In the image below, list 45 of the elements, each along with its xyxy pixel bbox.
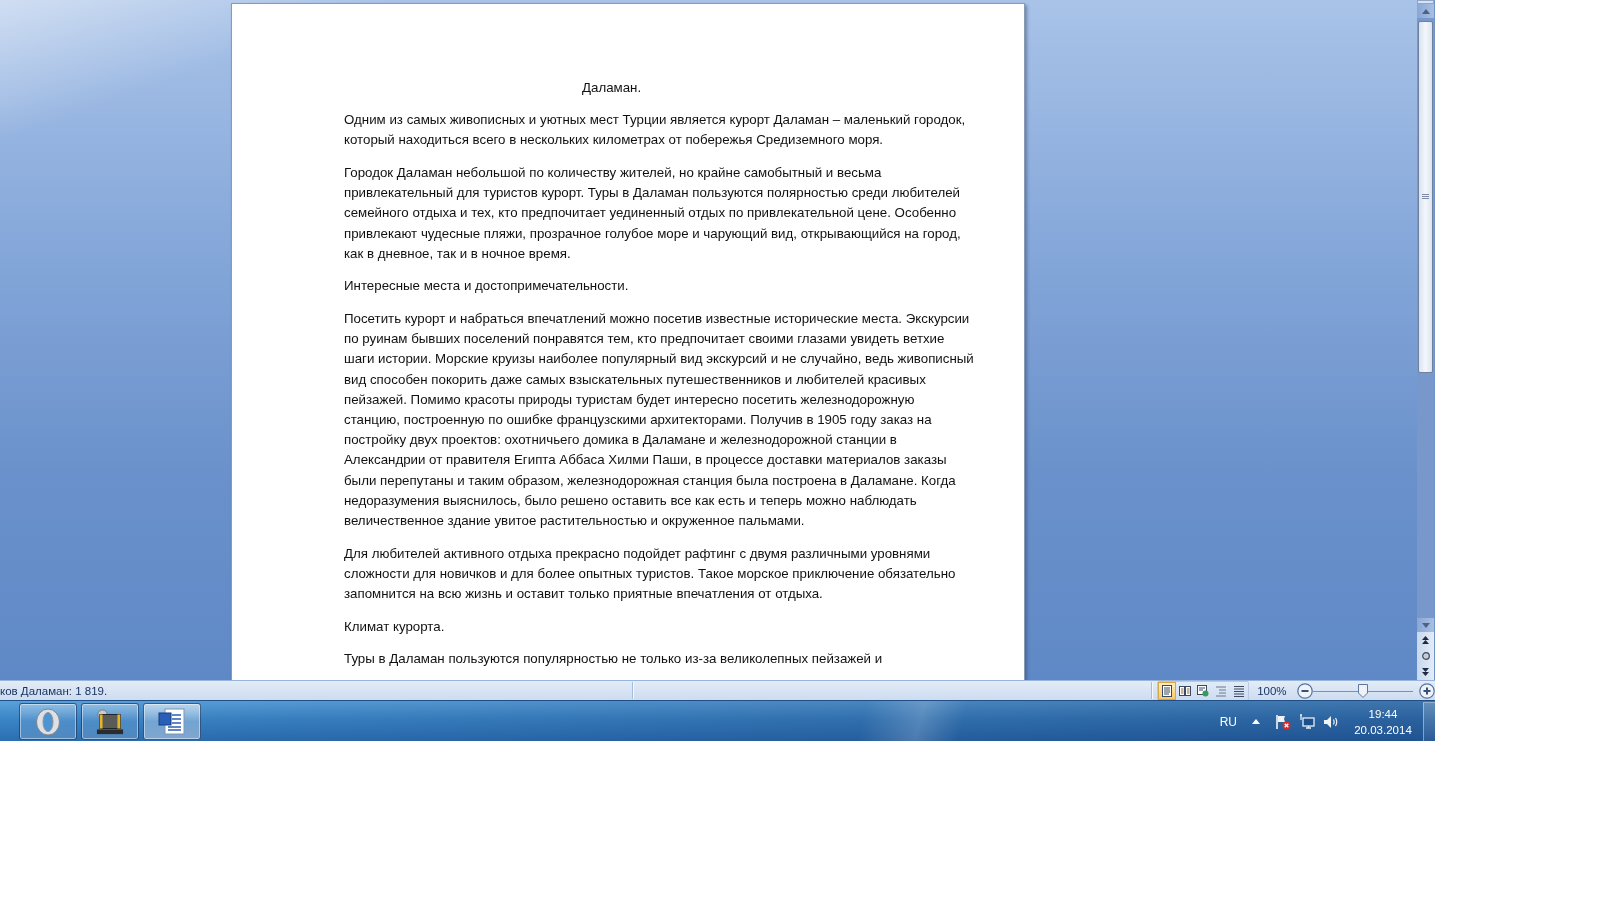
open-book-icon xyxy=(1179,684,1192,697)
clock-button[interactable]: 19:44 20.03.2014 xyxy=(1353,705,1413,738)
circle-icon xyxy=(1421,652,1430,660)
scroll-up-button[interactable] xyxy=(1417,4,1434,18)
page-lines-icon xyxy=(1161,684,1174,697)
outline-icon xyxy=(1215,684,1228,697)
zoom-slider-thumb[interactable] xyxy=(1358,683,1369,698)
monitor-icon[interactable] xyxy=(1299,713,1315,730)
draft-lines-icon xyxy=(1233,684,1246,697)
document-icon xyxy=(158,707,186,736)
zoom-out-button[interactable] xyxy=(1297,682,1314,699)
paragraph: Одним из самых живописных и уютных мест Турции является курорт Даламан – маленький городок, который находиться всего в нескольких километрах от побережья Средиземного моря. xyxy=(344,111,967,150)
paragraph: Городок Даламан небольшой по количеству жителей, но крайне самобытный и весьма привлекательный для туристов курорт. Туры в Даламан пользуются полярностью среди любителей семейного отдыха и тех, кто предпочитает уединенный отдых по привлекательной цене. Особенно привлекают чудесные пляжи, прозрачное голубое море и чарующий вид, открывающийся на город, как в дневное, так и в ночное время. xyxy=(344,164,962,263)
paragraph: Климат курорта. xyxy=(344,617,446,636)
document-title: Даламан. xyxy=(581,79,643,97)
taskbar-button[interactable] xyxy=(19,703,77,740)
word-count-text: ков Даламан: 1 819. xyxy=(0,684,109,697)
grip-icon xyxy=(1422,194,1429,200)
taskbar-button[interactable] xyxy=(81,703,139,740)
laptop-icon xyxy=(96,707,124,736)
show-hidden-icons-button[interactable] xyxy=(1252,717,1260,726)
paragraph: Посетить курорт и набраться впечатлений можно посетив известные исторические места. Экскурсии по руинам бывших поселений понравятся тем, кто предпочитает своими глазами увидеть ветхие шаги истории. Морские круизы наиболее популярный вид экскурсий и не случайно, ведь живописный вид способен покорить даже самых взыскательных путешественников и любителей красивых пейзажей. Помимо красоты природы туристам будет интересно посетить железнодорожную станцию, построенную по ошибке французскими архитекторами. Получив в 1905 году заказ на постройку двух проектов: охотничьего домика в Даламане и железнодорожной станции в Александрии от правителя Египта Аббаса Хилми Паши, в процессе доставки материалов заказы были перепутаны и таким образом, железнодорожная станция была построена в Даламане. Когда недоразумения выяснилось, было решено оставить все как есть и теперь можно наблюдать величественное здание увитое растительностью и окруженное пальмами. xyxy=(344,310,974,531)
double-up-arrow-icon xyxy=(1422,636,1429,644)
paragraph: Туры в Даламан пользуются популярностью не только из-за великолепных пейзажей и xyxy=(344,650,884,669)
page-globe-icon xyxy=(1197,684,1210,697)
language-indicator[interactable]: RU xyxy=(1219,714,1237,729)
zoom-in-button[interactable] xyxy=(1419,682,1435,699)
down-arrow-icon xyxy=(1421,622,1430,628)
flag-with-cross-icon[interactable] xyxy=(1275,713,1291,730)
scrollbar-thumb[interactable] xyxy=(1418,21,1433,373)
plus-icon xyxy=(1419,682,1435,699)
paragraph: Для любителей активного отдыха прекрасно подойдет рафтинг с двумя различными уровнями сложности для новичков и для более опытных туристов. Такое морское приключение обязательно запомнится на всю жизнь и оставит только приятные впечатления от отдыха. xyxy=(344,544,957,604)
split-handle[interactable] xyxy=(1417,0,1434,4)
double-down-arrow-icon xyxy=(1422,668,1429,676)
print-layout-button[interactable] xyxy=(1158,681,1177,700)
taskbar-button[interactable] xyxy=(143,703,201,740)
up-triangle-icon xyxy=(1252,719,1260,724)
minus-icon xyxy=(1297,682,1314,699)
next-page-button[interactable] xyxy=(1417,664,1434,680)
up-arrow-icon xyxy=(1421,8,1430,14)
paragraph: Интересные места и достопримечательности. xyxy=(344,277,630,296)
oval-ring-icon xyxy=(34,707,62,736)
previous-page-button[interactable] xyxy=(1417,632,1434,648)
show-desktop-button[interactable] xyxy=(1423,701,1435,742)
zoom-level-button[interactable]: 100% xyxy=(1257,684,1292,697)
